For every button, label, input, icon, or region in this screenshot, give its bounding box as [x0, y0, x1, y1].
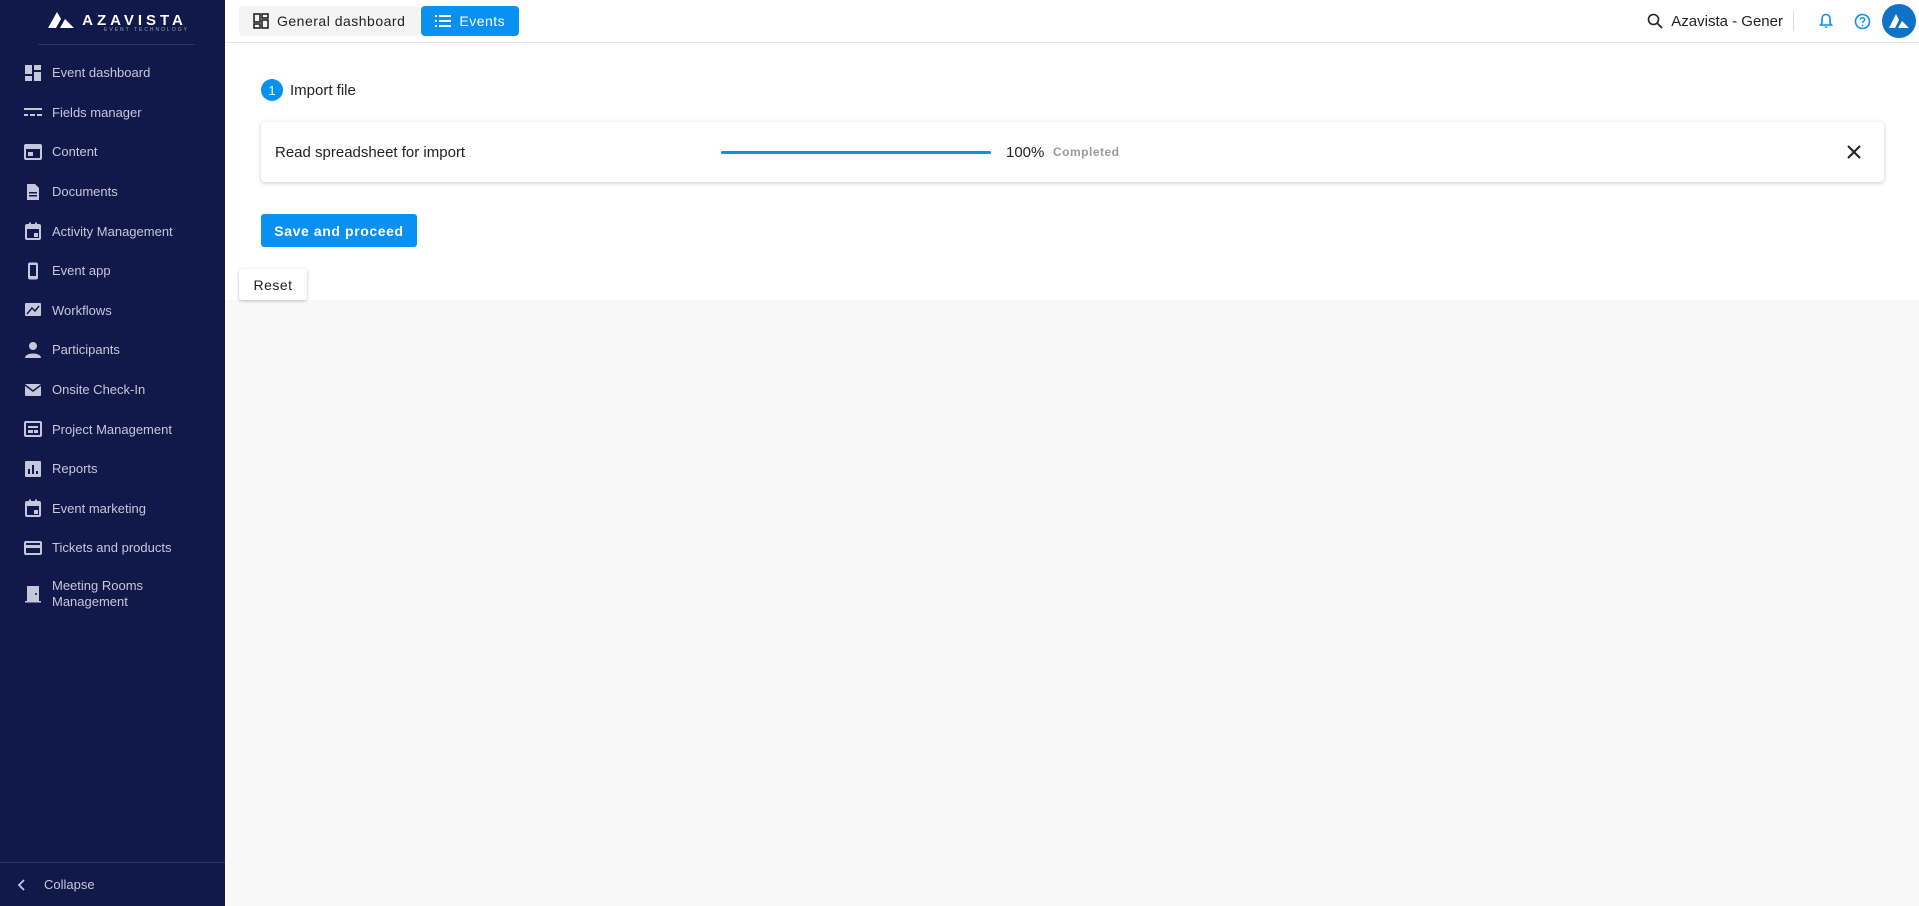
grid-icon	[253, 13, 269, 29]
sidebar-item-label: Reports	[52, 461, 98, 477]
import-step: 1 Import file	[261, 79, 356, 101]
collapse-label: Collapse	[44, 877, 95, 892]
sidebar-item-label: Onsite Check-In	[52, 382, 146, 398]
dashboard-icon	[24, 64, 42, 82]
calendar-icon	[24, 499, 42, 518]
sidebar-item-label: Meeting Rooms Management	[52, 577, 144, 609]
task-title: Read spreadsheet for import	[275, 143, 466, 161]
sidebar-item-participants[interactable]: Participants	[0, 330, 225, 370]
sidebar-item-label: Participants	[52, 342, 120, 358]
sidebar-item-label: Event app	[52, 263, 111, 279]
content-icon	[24, 143, 42, 161]
topbar-right: Azavista - Gener	[1647, 0, 1919, 42]
avatar[interactable]	[1882, 4, 1916, 38]
sidebar-item-label: Event dashboard	[52, 65, 151, 81]
sidebar-item-label: Documents	[52, 184, 118, 200]
sidebar-item-label: Event marketing	[52, 500, 146, 516]
brand-name: AZAVISTA	[82, 11, 187, 29]
bell-icon	[1818, 13, 1834, 28]
sidebar-item-tickets-and-products[interactable]: Tickets and products	[0, 528, 225, 568]
document-icon	[24, 183, 42, 201]
organization-search[interactable]: Azavista - Gener	[1647, 11, 1794, 31]
project-icon	[24, 420, 42, 438]
azavista-logo-icon	[48, 12, 75, 28]
close-button[interactable]	[1842, 140, 1866, 164]
sidebar-item-label: Workflows	[52, 302, 112, 318]
topbar: General dashboard Events Azavista - Gene…	[225, 0, 1919, 43]
brand-tagline: EVENT TECHNOLOGY	[104, 27, 189, 33]
step-number: 1	[261, 79, 283, 101]
events-label: Events	[459, 13, 506, 29]
sidebar-item-documents[interactable]: Documents	[0, 172, 225, 212]
sidebar-item-label: Fields manager	[52, 104, 142, 120]
card-icon	[24, 539, 42, 557]
person-icon	[24, 341, 42, 359]
close-icon	[1847, 145, 1861, 159]
sidebar-item-meeting-rooms-management[interactable]: Meeting Rooms Management	[0, 568, 225, 620]
sidebar-item-event-app[interactable]: Event app	[0, 251, 225, 291]
sidebar-item-project-management[interactable]: Project Management	[0, 409, 225, 449]
save-and-proceed-button[interactable]: Save and proceed	[261, 214, 417, 247]
sidebar-item-label: Content	[52, 144, 98, 160]
sidebar-item-fields-manager[interactable]: Fields manager	[0, 93, 225, 133]
step-title: Import file	[290, 81, 356, 99]
sidebar-item-label: Activity Management	[52, 223, 173, 239]
sidebar-item-activity-management[interactable]: Activity Management	[0, 211, 225, 251]
progress-percent: 100%	[1006, 143, 1045, 161]
organization-name: Azavista - Gener	[1671, 12, 1783, 30]
sidebar-item-content[interactable]: Content	[0, 132, 225, 172]
help-button[interactable]	[1844, 3, 1880, 39]
sidebar-collapse-button[interactable]: Collapse	[0, 862, 225, 906]
chevron-left-icon	[16, 878, 28, 891]
logo[interactable]: AZAVISTA EVENT TECHNOLOGY	[38, 0, 195, 45]
calendar-icon	[24, 222, 42, 241]
phone-icon	[24, 262, 42, 280]
fields-icon	[24, 103, 42, 121]
sidebar-item-label: Project Management	[52, 421, 172, 437]
help-icon	[1854, 13, 1870, 29]
search-icon	[1647, 13, 1663, 29]
sidebar-nav: Event dashboard Fields manager Content D…	[0, 45, 225, 620]
sidebar-item-event-marketing[interactable]: Event marketing	[0, 489, 225, 529]
sidebar: AZAVISTA EVENT TECHNOLOGY Event dashboar…	[0, 0, 225, 906]
sidebar-item-reports[interactable]: Reports	[0, 449, 225, 489]
general-dashboard-tab[interactable]: General dashboard	[239, 6, 420, 36]
workflow-icon	[24, 301, 42, 319]
import-panel: 1 Import file Read spreadsheet for impor…	[225, 43, 1919, 300]
sidebar-item-onsite-check-in[interactable]: Onsite Check-In	[0, 370, 225, 410]
events-tab[interactable]: Events	[421, 6, 520, 36]
notifications-button[interactable]	[1808, 3, 1844, 39]
reset-button[interactable]: Reset	[239, 269, 307, 300]
progress-bar	[721, 151, 991, 154]
mail-icon	[24, 381, 42, 399]
sidebar-item-workflows[interactable]: Workflows	[0, 291, 225, 331]
chart-icon	[24, 460, 42, 478]
list-icon	[435, 14, 452, 28]
general-dashboard-label: General dashboard	[277, 13, 406, 29]
import-task-card: Read spreadsheet for import 100% Complet…	[261, 122, 1884, 182]
azavista-avatar-icon	[1889, 14, 1909, 28]
progress-fill	[721, 151, 991, 154]
status-label: Completed	[1053, 145, 1120, 159]
sidebar-item-label: Tickets and products	[52, 540, 172, 556]
sidebar-item-event-dashboard[interactable]: Event dashboard	[0, 53, 225, 93]
door-icon	[24, 585, 42, 603]
